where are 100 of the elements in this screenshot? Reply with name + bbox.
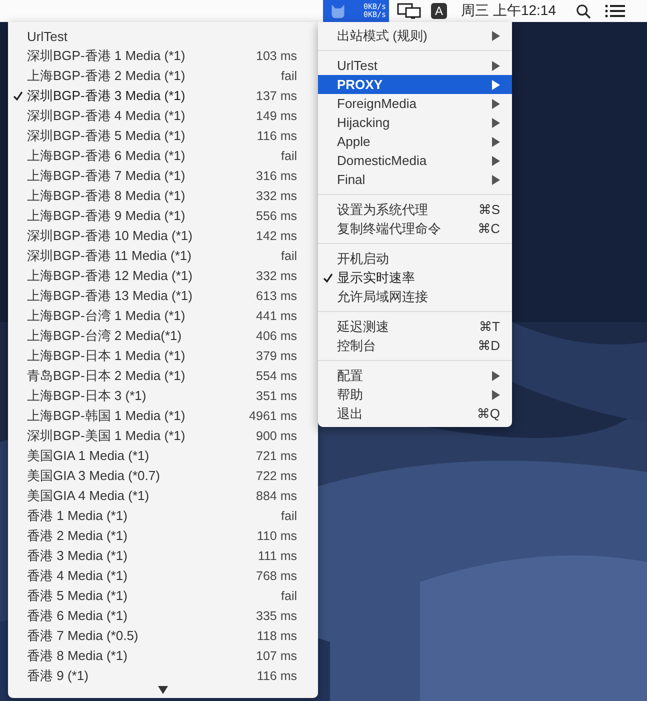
menu-item-label: 开机启动 — [337, 250, 390, 268]
proxy-menu-item[interactable]: 上海BGP-日本 3 (*1) 351 ms — [8, 386, 318, 406]
proxy-menu-item[interactable]: 香港 4 Media (*1) 768 ms — [8, 566, 318, 586]
latency: 316 ms — [256, 169, 298, 183]
proxy-menu-item[interactable]: 深圳BGP-香港 11 Media (*1) fail — [8, 246, 318, 266]
proxy-name: 深圳BGP-香港 3 Media (*1) — [27, 87, 186, 105]
menu-item[interactable]: 允许局域网连接 — [318, 287, 512, 306]
proxy-menu-item[interactable]: 深圳BGP-香港 10 Media (*1) 142 ms — [8, 226, 318, 246]
menu-item[interactable]: 显示实时速率 — [318, 268, 512, 287]
proxy-menu-item[interactable]: 香港 5 Media (*1) fail — [8, 586, 318, 606]
proxy-name: 上海BGP-日本 3 (*1) — [27, 387, 148, 405]
proxy-menu-item[interactable]: 上海BGP-日本 1 Media (*1) 379 ms — [8, 346, 318, 366]
proxy-menu-item[interactable]: 香港 1 Media (*1) fail — [8, 506, 318, 526]
menu-item[interactable]: 退出 ⌘Q — [318, 404, 512, 423]
menu-item-label: ForeignMedia — [337, 96, 418, 111]
proxy-name: 香港 3 Media (*1) — [27, 547, 128, 565]
menu-item-label: 退出 — [337, 404, 364, 422]
proxy-menu-item[interactable]: 青岛BGP-日本 2 Media (*1) 554 ms — [8, 366, 318, 386]
proxy-menu-item[interactable]: 香港 8 Media (*1) 107 ms — [8, 646, 318, 666]
proxy-name: 香港 8 Media (*1) — [27, 647, 128, 665]
proxy-menu-item[interactable]: 香港 6 Media (*1) 335 ms — [8, 606, 318, 626]
menu-item[interactable]: 延迟测速 ⌘T — [318, 317, 512, 336]
menu-item[interactable]: 控制台 ⌘D — [318, 336, 512, 355]
clock[interactable]: 周三 上午12:14 — [461, 2, 556, 20]
proxy-menu-item[interactable]: 美国GIA 3 Media (*0.7) 722 ms — [8, 466, 318, 486]
submenu-arrow-icon — [492, 30, 500, 40]
proxy-name: 深圳BGP-香港 4 Media (*1) — [27, 107, 186, 125]
proxy-menu-item[interactable]: 上海BGP-香港 9 Media (*1) 556 ms — [8, 206, 318, 226]
proxy-name: 深圳BGP-香港 10 Media (*1) — [27, 227, 194, 245]
latency: 4961 ms — [249, 409, 298, 423]
proxy-name: 上海BGP-香港 6 Media (*1) — [27, 147, 186, 165]
proxy-name: 香港 6 Media (*1) — [27, 607, 128, 625]
latency: 149 ms — [256, 109, 298, 123]
proxy-menu-item[interactable]: 深圳BGP-香港 4 Media (*1) 149 ms — [8, 106, 318, 126]
proxy-menu-item[interactable]: 上海BGP-香港 6 Media (*1) fail — [8, 146, 318, 166]
menu-item[interactable]: PROXY — [318, 75, 512, 94]
latency: 379 ms — [256, 349, 298, 363]
latency: 441 ms — [256, 309, 298, 323]
menu-item[interactable]: Apple — [318, 132, 512, 151]
proxy-name: 上海BGP-香港 13 Media (*1) — [27, 287, 194, 305]
menu-item[interactable]: 开机启动 — [318, 249, 512, 268]
menu-item[interactable]: 复制终端代理命令 ⌘C — [318, 219, 512, 238]
proxy-name: 上海BGP-香港 7 Media (*1) — [27, 167, 186, 185]
proxy-menu-item[interactable]: 香港 2 Media (*1) 110 ms — [8, 526, 318, 546]
proxy-name: 深圳BGP-香港 5 Media (*1) — [27, 127, 186, 145]
latency: 554 ms — [256, 369, 298, 383]
menu-item[interactable]: 配置 — [318, 366, 512, 385]
proxy-name: 上海BGP-日本 1 Media (*1) — [27, 347, 186, 365]
proxy-menu-item[interactable]: 深圳BGP-香港 5 Media (*1) 116 ms — [8, 126, 318, 146]
input-source-icon[interactable]: A — [431, 3, 448, 19]
proxy-menu-item[interactable]: 深圳BGP-香港 1 Media (*1) 103 ms — [8, 46, 318, 66]
proxy-name: 上海BGP-香港 12 Media (*1) — [27, 267, 194, 285]
menu-item-label: 允许局域网连接 — [337, 288, 429, 306]
proxy-menu-item[interactable]: 上海BGP-香港 13 Media (*1) 613 ms — [8, 286, 318, 306]
menu-item-label: Apple — [337, 134, 372, 149]
checkmark-icon — [322, 272, 332, 282]
proxy-menu-item[interactable]: 上海BGP-香港 2 Media (*1) fail — [8, 66, 318, 86]
latency: fail — [281, 589, 298, 603]
proxy-menu-item[interactable]: 香港 7 Media (*0.5) 118 ms — [8, 626, 318, 646]
menu-item-label: 配置 — [337, 366, 364, 384]
proxy-menu-item[interactable]: 深圳BGP-美国 1 Media (*1) 900 ms — [8, 426, 318, 446]
latency: 142 ms — [256, 229, 298, 243]
menu-icon[interactable] — [605, 4, 625, 18]
proxy-menu-item[interactable]: 上海BGP-香港 8 Media (*1) 332 ms — [8, 186, 318, 206]
scroll-down-icon[interactable] — [158, 686, 168, 694]
proxy-menu-item[interactable]: 上海BGP-台湾 1 Media (*1) 441 ms — [8, 306, 318, 326]
latency: 116 ms — [256, 129, 298, 143]
latency: 332 ms — [256, 189, 298, 203]
proxy-menu-item[interactable]: 香港 3 Media (*1) 111 ms — [8, 546, 318, 566]
menu-item[interactable]: Final — [318, 170, 512, 189]
menu-item[interactable]: 设置为系统代理 ⌘S — [318, 200, 512, 219]
menu-item-label: 复制终端代理命令 — [337, 220, 442, 238]
proxy-menu-item[interactable]: 上海BGP-台湾 2 Media(*1) 406 ms — [8, 326, 318, 346]
search-icon[interactable] — [576, 4, 591, 18]
latency: 332 ms — [256, 269, 298, 283]
latency: 721 ms — [256, 449, 298, 463]
shortcut: ⌘D — [478, 338, 500, 354]
proxy-name: 深圳BGP-香港 11 Media (*1) — [27, 247, 192, 265]
latency: 768 ms — [256, 569, 298, 583]
menu-item[interactable]: 帮助 — [318, 385, 512, 404]
menu-item[interactable]: ForeignMedia — [318, 94, 512, 113]
menu-item-label: DomesticMedia — [337, 153, 428, 168]
proxy-menu-item[interactable]: 香港 9 (*1) 116 ms — [8, 666, 318, 686]
shortcut: ⌘C — [478, 220, 500, 236]
proxy-name: 上海BGP-香港 9 Media (*1) — [27, 207, 186, 225]
menu-item[interactable]: DomesticMedia — [318, 151, 512, 170]
menu-item-label: UrlTest — [337, 58, 378, 73]
proxy-menu-item[interactable]: 上海BGP-香港 7 Media (*1) 316 ms — [8, 166, 318, 186]
proxy-menu-item[interactable]: 美国GIA 4 Media (*1) 884 ms — [8, 486, 318, 506]
menu-item[interactable]: Hijacking — [318, 113, 512, 132]
displays-icon[interactable] — [397, 3, 422, 19]
proxy-name: 美国GIA 3 Media (*0.7) — [27, 467, 161, 485]
menu-item[interactable]: 出站模式 (规则) — [318, 26, 512, 45]
proxy-menu-item[interactable]: 深圳BGP-香港 3 Media (*1) 137 ms — [8, 86, 318, 106]
shortcut: ⌘Q — [476, 406, 500, 422]
menu-header: UrlTest — [26, 28, 68, 44]
proxy-menu-item[interactable]: 上海BGP-香港 12 Media (*1) 332 ms — [8, 266, 318, 286]
menu-item[interactable]: UrlTest — [318, 56, 512, 75]
proxy-menu-item[interactable]: 上海BGP-韩国 1 Media (*1) 4961 ms — [8, 406, 318, 426]
proxy-menu-item[interactable]: 美国GIA 1 Media (*1) 721 ms — [8, 446, 318, 466]
